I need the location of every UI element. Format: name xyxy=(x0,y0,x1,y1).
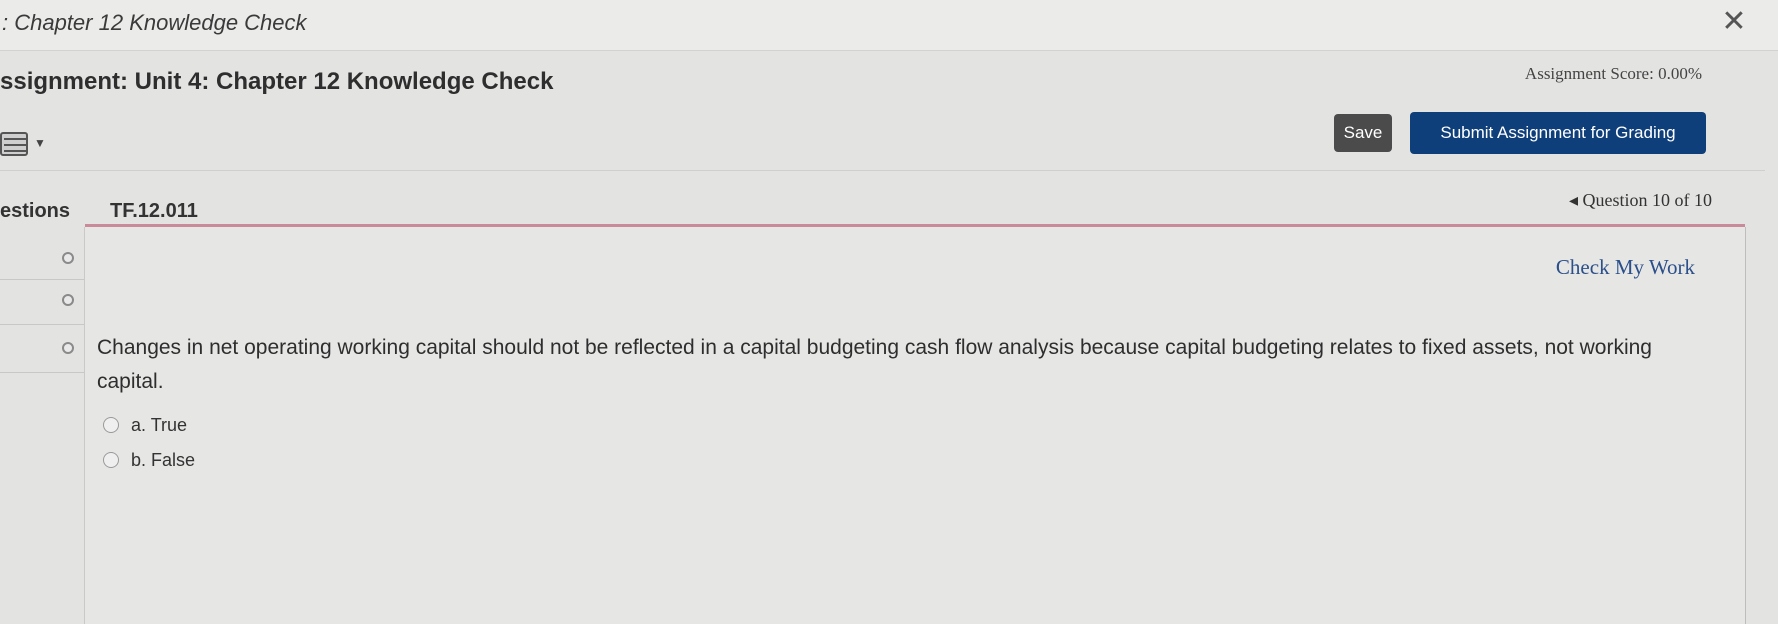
question-nav[interactable]: ◂ Question 10 of 10 xyxy=(1569,190,1712,211)
question-status-dot[interactable] xyxy=(62,252,74,264)
choice-true[interactable]: a. True xyxy=(103,413,187,437)
close-icon[interactable]: ✕ xyxy=(1716,4,1752,40)
questions-tab[interactable]: estions xyxy=(0,200,70,223)
chevron-down-icon: ▼ xyxy=(34,136,46,150)
radio-button[interactable] xyxy=(103,452,119,468)
window-title: : Chapter 12 Knowledge Check xyxy=(2,10,307,35)
choice-label: b. False xyxy=(131,449,196,470)
row-divider xyxy=(0,324,84,325)
row-divider xyxy=(0,372,84,373)
question-status-dot[interactable] xyxy=(62,294,74,306)
keyboard-tool-button[interactable]: ▼ xyxy=(0,132,48,160)
row-divider xyxy=(0,279,84,280)
choice-false[interactable]: b. False xyxy=(103,448,195,472)
question-id: TF.12.011 xyxy=(110,200,198,222)
question-list xyxy=(0,230,84,624)
toolbar-divider xyxy=(0,170,1765,171)
question-text: Changes in net operating working capital… xyxy=(97,336,1652,393)
radio-button[interactable] xyxy=(103,417,119,433)
save-button[interactable]: Save xyxy=(1334,114,1392,152)
window-titlebar: : Chapter 12 Knowledge Check ✕ xyxy=(0,0,1778,51)
submit-assignment-button[interactable]: Submit Assignment for Grading xyxy=(1410,112,1706,154)
keyboard-icon xyxy=(0,132,28,156)
question-panel: Check My Work Changes in net operating w… xyxy=(84,227,1746,624)
choice-label: a. True xyxy=(131,414,188,435)
check-my-work-link[interactable]: Check My Work xyxy=(1556,255,1695,280)
assignment-title: ssignment: Unit 4: Chapter 12 Knowledge … xyxy=(0,68,554,95)
question-status-dot[interactable] xyxy=(62,342,74,354)
assignment-score: Assignment Score: 0.00% xyxy=(1524,64,1702,83)
